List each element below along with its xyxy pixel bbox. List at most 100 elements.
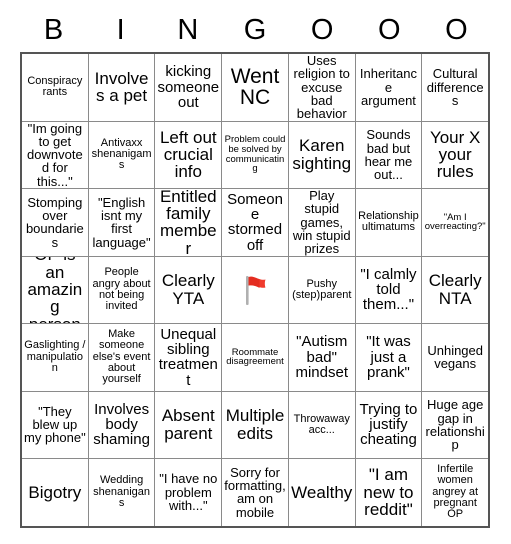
- bingo-cell[interactable]: [221, 256, 288, 323]
- bingo-cell-label: kicking someone out: [157, 63, 220, 111]
- bingo-header-row: BINGOOO: [20, 8, 490, 52]
- bingo-cell-label: "English isnt my first language": [92, 194, 151, 250]
- bingo-cell-label: Absent parent: [161, 406, 215, 443]
- bingo-cell-label: Entitled family member: [159, 189, 217, 256]
- bingo-cell-label: "I am new to reddit": [363, 465, 414, 519]
- bingo-cell[interactable]: Trying to justify cheating: [354, 391, 422, 458]
- bingo-header-letter: B: [43, 14, 64, 46]
- bingo-cell-label: Left out crucial info: [159, 127, 217, 182]
- bingo-cell[interactable]: "Autism bad" mindset: [287, 324, 355, 391]
- bingo-cell[interactable]: Left out crucial info: [154, 121, 221, 188]
- bingo-cell[interactable]: Relationship ultimatums: [354, 189, 422, 256]
- bingo-cell[interactable]: Antivaxx shenanigams: [87, 121, 155, 188]
- bingo-row: "Im going to get downvoted for this..." A…: [22, 120, 488, 189]
- bingo-cell-label: Multiple edits: [225, 406, 285, 443]
- bingo-row: OP is an amazing personPeople angry abou…: [22, 255, 488, 324]
- bingo-header-letter: O: [310, 14, 334, 46]
- bingo-header-letter: G: [243, 14, 267, 46]
- bingo-cell-label: Make someone else's event about yourself: [92, 328, 151, 386]
- bingo-cell-label: Cultural differences: [426, 66, 484, 108]
- bingo-cell-label: Sorry for formatting, am on mobile: [224, 464, 286, 520]
- bingo-cell[interactable]: Sorry for formatting, am on mobile: [221, 459, 288, 526]
- bingo-cell[interactable]: Roommate disagreement: [221, 324, 288, 391]
- bingo-cell-label: Relationship ultimatums: [358, 210, 419, 234]
- bingo-cell[interactable]: Entitled family member: [154, 189, 221, 256]
- bingo-cell[interactable]: Play stupid games, win stupid prizes: [287, 189, 355, 256]
- bingo-cell[interactable]: Absent parent: [154, 391, 221, 458]
- bingo-cell[interactable]: Throwaway acc...: [287, 391, 355, 458]
- bingo-cell[interactable]: Sounds bad but hear me out...: [354, 121, 422, 188]
- bingo-cell[interactable]: "I am new to reddit": [354, 459, 422, 526]
- bingo-cell[interactable]: Uses religion to excuse bad behavior: [287, 54, 355, 121]
- bingo-cell-label: "Im going to get downvoted for this...": [27, 121, 83, 188]
- bingo-cell[interactable]: Clearly YTA: [154, 256, 221, 323]
- bingo-cell-label: "Autism bad" mindset: [295, 333, 348, 381]
- bingo-cell[interactable]: Stomping over boundaries: [22, 189, 88, 256]
- bingo-cell[interactable]: Your X your rules: [421, 121, 488, 188]
- bingo-cell[interactable]: "English isnt my first language": [87, 189, 155, 256]
- bingo-cell[interactable]: Karen sighting: [287, 121, 355, 188]
- bingo-cell[interactable]: Cultural differences: [421, 54, 488, 121]
- bingo-cell[interactable]: Inheritance argument: [354, 54, 422, 121]
- bingo-cell-label: Your X your rules: [429, 127, 481, 182]
- bingo-cell-label: "Am I overreacting?": [424, 211, 486, 233]
- bingo-cell[interactable]: Huge age gap in relationship: [421, 391, 488, 458]
- bingo-cell[interactable]: Multiple edits: [221, 391, 288, 458]
- bingo-cell[interactable]: "They blew up my phone": [22, 392, 88, 459]
- bingo-grid: Conspiracy rants Involves a pet kicking so…: [20, 52, 490, 528]
- bingo-row: Stomping over boundaries "English isnt my…: [22, 188, 488, 256]
- bingo-cell-label: Trying to justify cheating: [359, 400, 418, 449]
- bingo-cell[interactable]: Clearly NTA: [421, 256, 488, 323]
- bingo-cell[interactable]: Pushy (step)parent: [287, 256, 355, 323]
- bingo-cell-label: "I calmly told them...": [360, 265, 417, 314]
- bingo-cell[interactable]: Gaslighting / manipulation: [22, 324, 88, 391]
- bingo-cell[interactable]: Involves a pet: [87, 54, 155, 121]
- bingo-cell[interactable]: People angry about not being invited: [87, 256, 155, 323]
- bingo-cell-label: Went NC: [230, 64, 280, 110]
- bingo-cell-label: OP is an amazing person: [27, 257, 83, 324]
- bingo-cell[interactable]: Unhinged vegans: [421, 324, 488, 391]
- bingo-row: Bigotry Wedding shenanigans "I have no pro…: [22, 458, 488, 526]
- bingo-cell[interactable]: Wedding shenanigans: [87, 459, 155, 526]
- bingo-cell[interactable]: Make someone else's event about yourself: [87, 324, 155, 391]
- bingo-cell-label: Sounds bad but hear me out...: [364, 127, 413, 182]
- bingo-cell[interactable]: Went NC: [221, 54, 288, 121]
- bingo-cell[interactable]: "It was just a prank": [354, 324, 422, 391]
- bingo-cell-label: Unhinged vegans: [427, 343, 483, 372]
- bingo-cell-label: Involves a pet: [94, 68, 149, 106]
- bingo-cell[interactable]: Unequal sibling treatment: [154, 324, 221, 391]
- bingo-cell[interactable]: Infertile women angrey at pregnant OP: [421, 459, 488, 526]
- bingo-cell[interactable]: Conspiracy rants: [22, 54, 88, 121]
- bingo-cell[interactable]: "Im going to get downvoted for this...": [22, 122, 88, 189]
- bingo-cell[interactable]: OP is an amazing person: [22, 257, 88, 324]
- bingo-cell[interactable]: Involves body shaming: [87, 391, 155, 458]
- bingo-cell[interactable]: Someone stormed off: [221, 189, 288, 256]
- bingo-cell-label: Someone stormed off: [227, 190, 283, 254]
- bingo-cell-label: Involves body shaming: [93, 400, 150, 449]
- bingo-header-letter: N: [177, 14, 199, 46]
- bingo-cell-label: Roommate disagreement: [226, 346, 284, 368]
- bingo-cell[interactable]: "I have no problem with...": [154, 459, 221, 526]
- bingo-cell-label: Wedding shenanigans: [93, 474, 151, 509]
- bingo-row: Gaslighting / manipulation Make someone e…: [22, 323, 488, 391]
- bingo-cell-label: Huge age gap in relationship: [425, 397, 485, 452]
- bingo-cell-label: Problem could be solved by communicating: [224, 134, 286, 175]
- bingo-cell-label: Inheritance argument: [359, 66, 417, 108]
- bingo-cell-label: Karen sighting: [292, 136, 352, 173]
- bingo-cell-label: Gaslighting / manipulation: [24, 339, 86, 374]
- bingo-cell-label: Clearly YTA: [161, 271, 215, 308]
- bingo-header-letter: O: [445, 14, 468, 46]
- bingo-cell-label: Uses religion to excuse bad behavior: [293, 54, 350, 121]
- bingo-cell-label: Unequal sibling treatment: [158, 325, 218, 389]
- bingo-cell-label: Clearly NTA: [428, 271, 482, 308]
- bingo-cell-label: Antivaxx shenanigams: [91, 136, 152, 172]
- bingo-cell-label: Pushy (step)parent: [292, 277, 352, 301]
- bingo-cell[interactable]: "I calmly told them...": [354, 256, 422, 323]
- bingo-cell[interactable]: Wealthy: [287, 459, 355, 526]
- bingo-cell-label: Infertile women angrey at pregnant OP: [432, 463, 479, 521]
- bingo-cell[interactable]: Problem could be solved by communicating: [221, 121, 288, 188]
- bingo-cell[interactable]: Bigotry: [22, 459, 88, 526]
- bingo-cell[interactable]: kicking someone out: [154, 54, 221, 121]
- bingo-cell[interactable]: "Am I overreacting?": [421, 189, 488, 256]
- bingo-cell-label: "It was just a prank": [366, 333, 411, 381]
